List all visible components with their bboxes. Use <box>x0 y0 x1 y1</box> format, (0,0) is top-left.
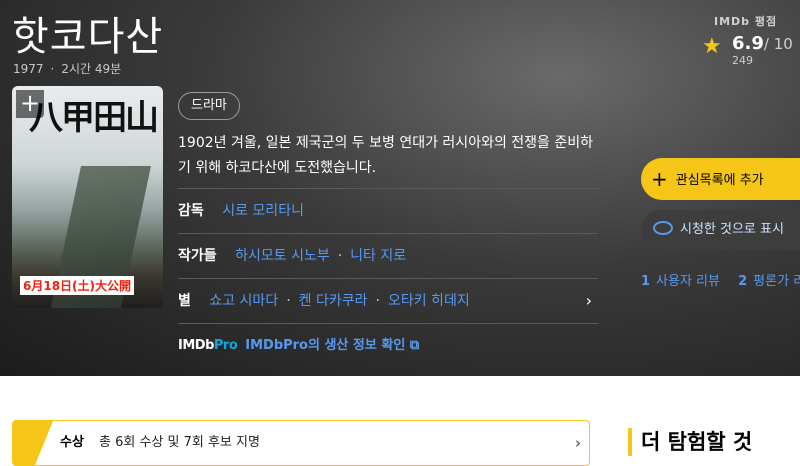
writer-link[interactable]: 니타 지로 <box>350 248 406 264</box>
review-links: 1사용자 리뷰 2평론가 리뷰 <box>641 270 800 289</box>
rating-votes: 249 <box>732 54 753 67</box>
writer-link[interactable]: 하시모토 시노부 <box>235 248 330 264</box>
title-meta: 1977 · 2시간 49분 <box>13 62 122 76</box>
chevron-right-icon[interactable]: › <box>575 421 581 465</box>
awards-label: 수상 <box>60 435 84 450</box>
stars-label: 별 <box>178 293 191 309</box>
imdbpro-text: IMDbPro의 생산 정보 확인 ⧉ <box>245 338 420 353</box>
explore-more-heading: 더 탐험할 것 <box>628 428 752 456</box>
director-label: 감독 <box>178 203 204 219</box>
user-reviews-link[interactable]: 1 사용자 리뷰 <box>641 274 720 289</box>
hero-section: 핫코다산 1977 · 2시간 49분 IMDb 평점 ★ 6.9/ 10 249 … <box>0 0 800 376</box>
plus-icon: + <box>651 167 668 191</box>
writers-label: 작가들 <box>178 248 217 264</box>
add-to-watchlist-button[interactable]: + 관심목록에 추가 <box>641 158 800 200</box>
writers-row: 작가들 하시모토 시노부 · 니타 지로 <box>178 233 598 278</box>
release-year[interactable]: 1977 <box>13 62 44 76</box>
awards-accent <box>13 421 53 465</box>
awards-banner[interactable]: 수상 총 6회 수상 및 7회 후보 지명 › <box>12 420 590 466</box>
director-link[interactable]: 시로 모리타니 <box>222 203 304 219</box>
mark-as-watched-button[interactable]: 시청한 것으로 표시 <box>641 210 800 250</box>
genre-chip[interactable]: 드라마 <box>178 92 240 120</box>
page-title: 핫코다산 <box>12 14 164 60</box>
star-icon: ★ <box>702 34 722 59</box>
imdbpro-link[interactable]: IMDbPro IMDbPro의 생산 정보 확인 ⧉ <box>178 334 419 353</box>
chevron-right-icon[interactable]: › <box>586 279 592 323</box>
star-link[interactable]: 오타키 히데지 <box>388 293 470 309</box>
rating-score[interactable]: 6.9/ 10 <box>732 33 793 54</box>
divider <box>178 323 598 324</box>
star-link[interactable]: 켄 다카쿠라 <box>299 293 368 309</box>
critic-reviews-link[interactable]: 2평론가 리뷰 <box>738 274 800 289</box>
runtime: 2시간 49분 <box>61 62 122 76</box>
poster-image[interactable]: 八甲田山 6月18日(土)大公開 <box>12 86 163 308</box>
rating-label: IMDb 평점 <box>714 15 778 28</box>
add-to-watchlist-icon[interactable]: + <box>16 90 44 118</box>
poster-title: 八甲田山 <box>29 98 159 138</box>
stars-row[interactable]: 별 쇼고 시마다 · 켄 다카쿠라 · 오타키 히데지 › <box>178 278 598 323</box>
imdbpro-logo: IMDbPro <box>178 338 238 353</box>
awards-summary: 총 6회 수상 및 7회 후보 지명 <box>99 435 260 450</box>
director-row: 감독 시로 모리타니 <box>178 188 598 233</box>
poster-date: 6月18日(土)大公開 <box>20 276 135 295</box>
plot-summary: 1902년 겨울, 일본 제국군의 두 보병 연대가 러시아와의 전쟁을 준비하… <box>178 135 594 176</box>
eye-icon <box>653 221 673 235</box>
star-link[interactable]: 쇼고 시마다 <box>209 293 278 309</box>
